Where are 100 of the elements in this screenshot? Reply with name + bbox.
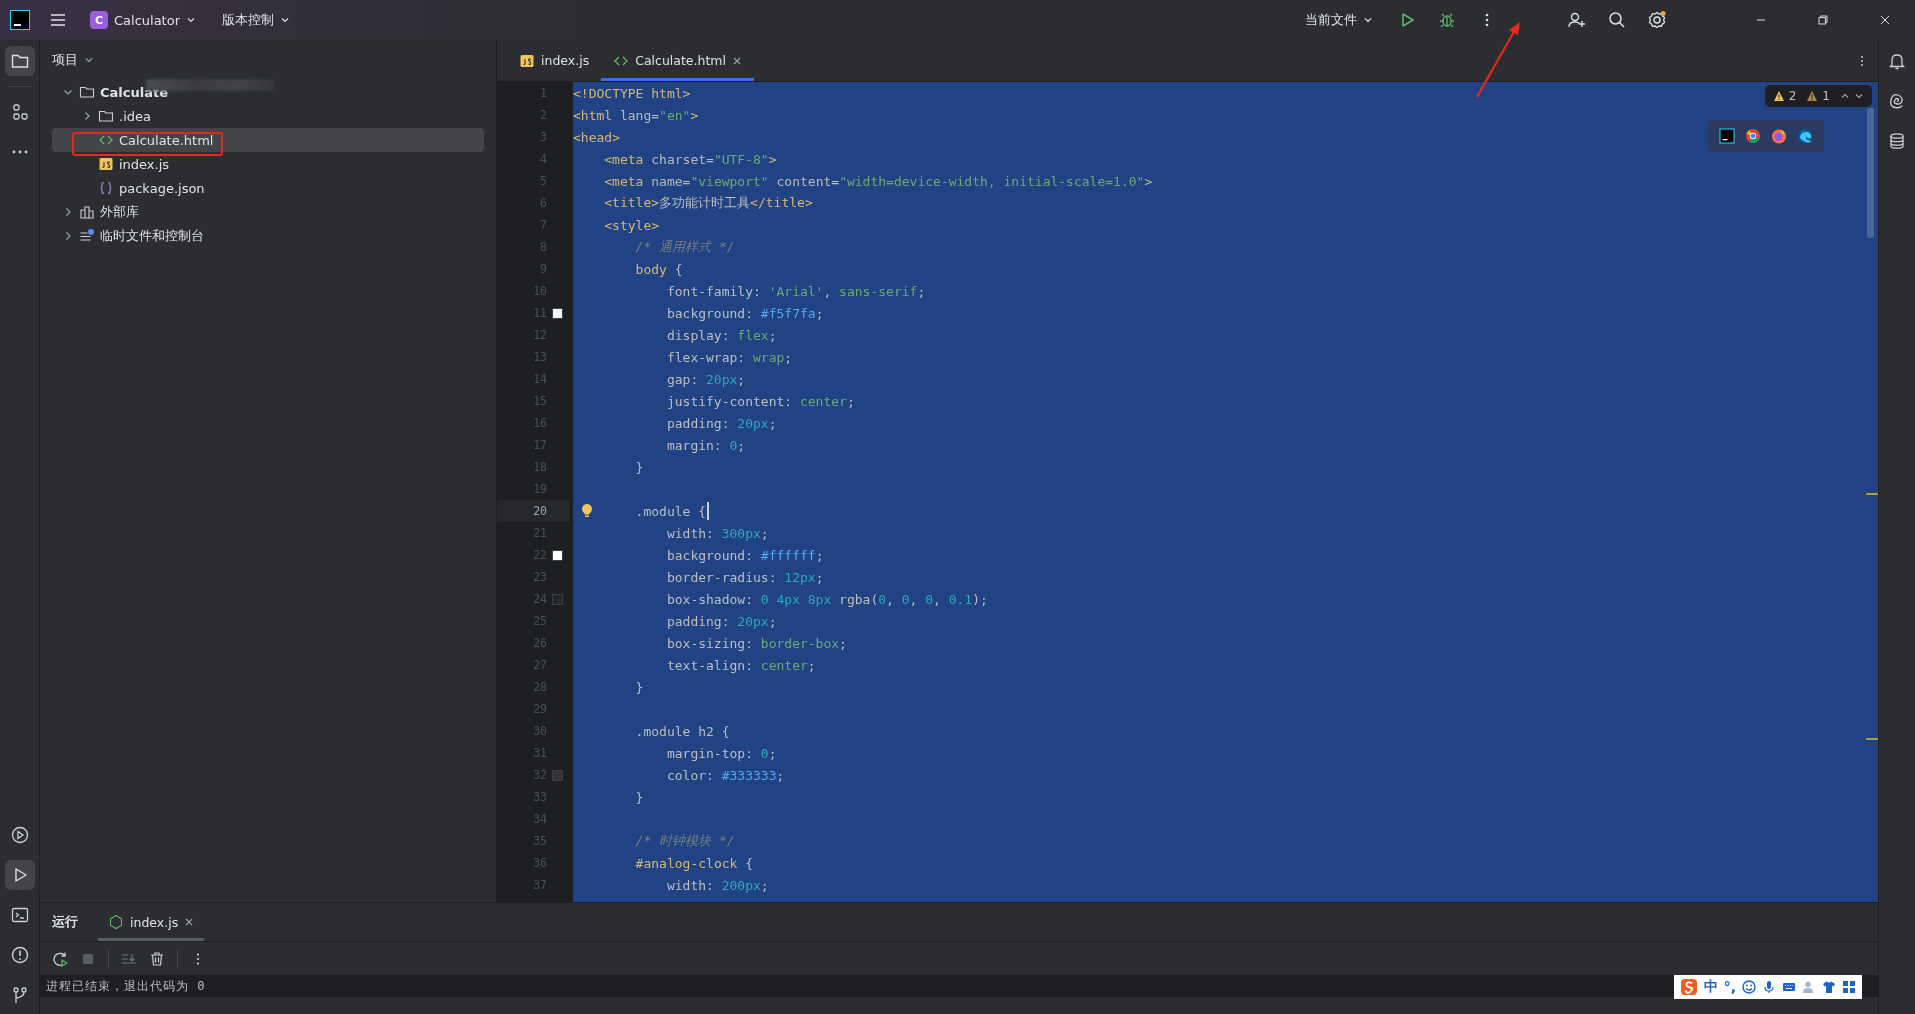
code-line: <meta name="viewport" content="width=device-width, initial-scale=1.0"> (604, 173, 1153, 189)
code-line: width: 200px; (666, 877, 769, 893)
add-user-icon[interactable] (1567, 10, 1587, 30)
folder-icon (98, 108, 114, 124)
code-line: } (635, 459, 644, 475)
grid-icon[interactable] (1842, 980, 1856, 994)
code-line: /* 通用样式 */ (635, 238, 735, 256)
code-line: color: #333333; (666, 767, 785, 783)
warning-stripe (1866, 738, 1878, 740)
code-line: <!DOCTYPE html> (573, 85, 691, 101)
terminal-icon (9, 905, 30, 925)
code-line: background: #ffffff; (666, 547, 824, 563)
code-line: <title>多功能计时工具</title> (604, 194, 813, 212)
chevron-down-icon (84, 55, 94, 65)
tree-item[interactable]: Calculate.html (52, 128, 484, 152)
smiley-icon[interactable] (1742, 980, 1756, 994)
exclamation-circle-icon (9, 945, 30, 965)
browser-icon[interactable] (1745, 128, 1761, 144)
warning-stripe (1866, 493, 1878, 495)
chevron-down-icon[interactable] (1854, 91, 1864, 101)
project-view-selector[interactable]: 项目 (52, 50, 94, 70)
chevron-down-icon (1363, 15, 1373, 25)
color-swatch[interactable] (552, 549, 563, 561)
braces-icon (98, 180, 114, 196)
js-file-icon (98, 156, 114, 172)
code-line: flex-wrap: wrap; (666, 349, 793, 365)
inspection-widget[interactable]: 2 1 (1764, 85, 1872, 107)
tree-item[interactable]: index.js (52, 152, 484, 176)
scrollbar-thumb[interactable] (1867, 108, 1874, 238)
code-line: .module { (635, 503, 707, 519)
database-icon (1887, 131, 1907, 151)
library-icon (79, 204, 95, 220)
code-line: margin: 0; (666, 437, 746, 453)
trash-icon[interactable] (149, 950, 165, 967)
microphone-icon[interactable] (1762, 980, 1776, 994)
panel-title: 运行 (52, 913, 78, 931)
color-swatch[interactable] (552, 307, 563, 319)
ide-logo-icon[interactable] (1719, 128, 1735, 144)
search-icon[interactable] (1607, 10, 1627, 30)
settings-icon[interactable] (1647, 10, 1667, 30)
hexagon-icon (108, 914, 124, 930)
tree-item[interactable]: .idea (52, 104, 484, 128)
color-swatch[interactable] (552, 769, 563, 781)
browser-icon[interactable] (1771, 128, 1787, 144)
code-line: background: #f5f7fa; (666, 305, 824, 321)
code-line: } (635, 679, 644, 695)
punctuation-toggle[interactable]: °, (1723, 979, 1736, 995)
code-line: /* 时钟模块 */ (635, 832, 735, 850)
lightbulb-icon[interactable] (581, 503, 593, 519)
play-circle-icon (9, 825, 30, 845)
run-tab[interactable]: index.js (98, 903, 205, 941)
code-line: border-radius: 12px; (666, 569, 824, 585)
color-swatch[interactable] (552, 593, 563, 605)
close-icon[interactable] (184, 917, 195, 927)
console-output: 进程已结束，退出代码为 0 (46, 977, 206, 995)
restore-icon[interactable] (1815, 12, 1831, 28)
tree-item[interactable]: package.json (52, 176, 484, 200)
close-icon[interactable] (732, 55, 742, 66)
vcs-menu[interactable]: 版本控制 (218, 6, 294, 34)
code-line: <head> (573, 129, 620, 145)
js-file-icon (519, 52, 535, 69)
tree-item[interactable]: 外部库 (52, 200, 484, 224)
more-horizontal-icon (11, 150, 28, 154)
code-line: body { (635, 261, 683, 277)
warning-icon (1772, 90, 1785, 102)
app-logo-icon (10, 10, 30, 30)
code-line: gap: 20px; (666, 371, 746, 387)
code-line: <html lang="en"> (573, 107, 699, 123)
code-line: .module h2 { (635, 723, 730, 739)
project-selector[interactable]: C Calculator (86, 6, 200, 34)
code-line: box-sizing: border-box; (666, 635, 847, 651)
project-tool-button[interactable] (4, 46, 35, 76)
code-line: #analog-clock { (635, 855, 753, 871)
code-line: <meta charset="UTF-8"> (604, 151, 777, 167)
weak-warning-count: 1 (1822, 89, 1830, 103)
code-line: } (635, 789, 644, 805)
ime-logo-icon[interactable] (1679, 978, 1698, 996)
code-line: display: flex; (666, 327, 777, 343)
code-line: justify-content: center; (666, 393, 855, 409)
code-line: padding: 20px; (666, 415, 777, 431)
shirt-icon[interactable] (1822, 980, 1836, 994)
folder-icon (79, 84, 95, 100)
project-badge: C (90, 11, 108, 29)
keyboard-icon[interactable] (1782, 980, 1796, 994)
editor-tab[interactable]: index.js (507, 40, 602, 81)
tree-item[interactable]: 临时文件和控制台 (52, 224, 484, 248)
bell-icon (1887, 51, 1907, 71)
code-line: width: 300px; (666, 525, 769, 541)
text-cursor (707, 502, 709, 520)
run-tool-button[interactable] (4, 860, 35, 890)
code-line: <style> (604, 217, 660, 233)
line-number: 20 (533, 504, 547, 518)
chevron-up-icon[interactable] (1840, 91, 1850, 101)
input-mode-toggle[interactable]: 中 (1703, 978, 1718, 996)
rerun-icon[interactable] (52, 950, 68, 967)
code-line: font-family: 'Arial', sans-serif; (666, 283, 926, 299)
run-config-selector[interactable]: 当前文件 (1301, 6, 1377, 34)
browser-icon[interactable] (1797, 128, 1813, 144)
weak-warning-icon (1806, 90, 1819, 102)
tree-item[interactable]: Calculate (52, 80, 484, 104)
